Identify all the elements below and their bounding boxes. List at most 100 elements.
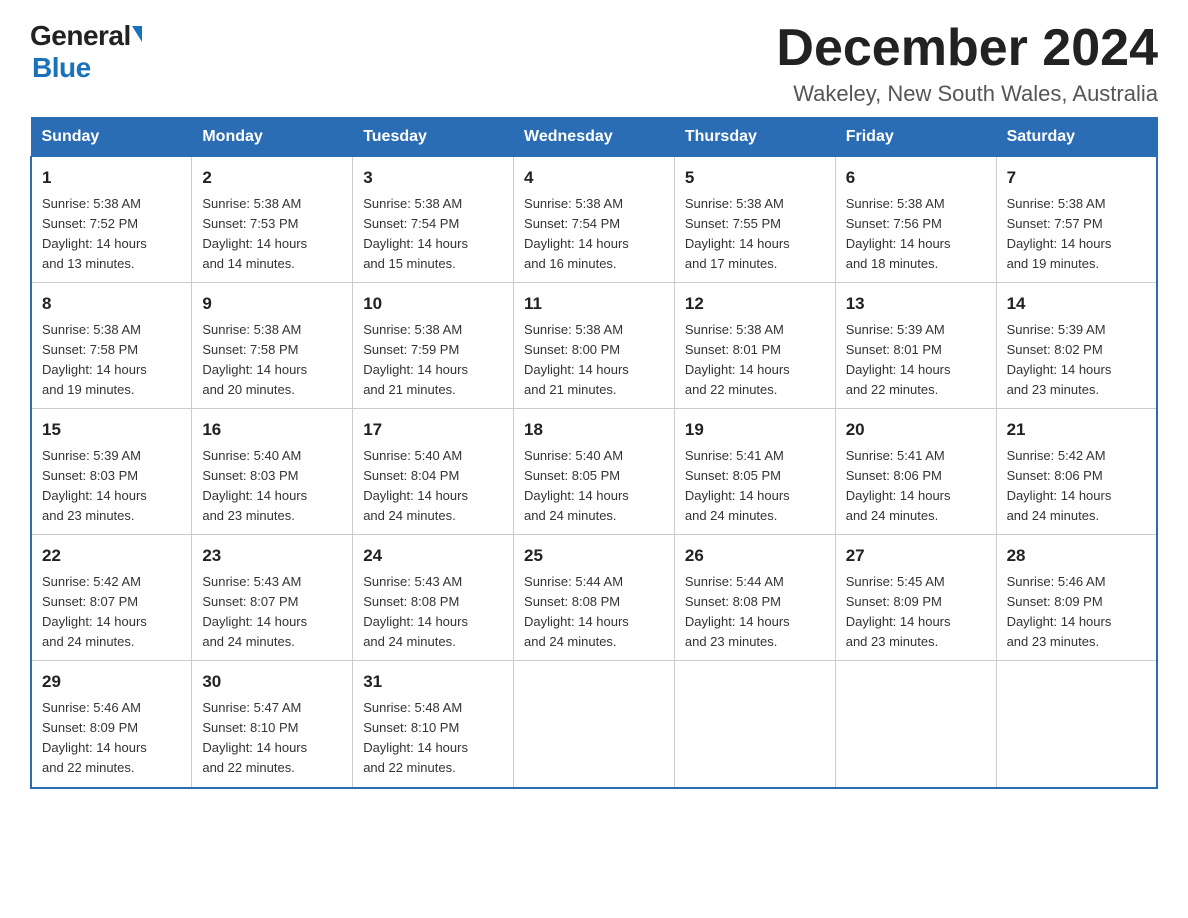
day-info: Sunrise: 5:43 AMSunset: 8:07 PMDaylight:… [202, 574, 307, 649]
page-header: General Blue December 2024 Wakeley, New … [30, 20, 1158, 107]
header-sunday: Sunday [31, 118, 192, 157]
calendar-cell: 8 Sunrise: 5:38 AMSunset: 7:58 PMDayligh… [31, 283, 192, 409]
day-info: Sunrise: 5:38 AMSunset: 7:55 PMDaylight:… [685, 196, 790, 271]
day-number: 21 [1007, 417, 1146, 443]
calendar-cell: 4 Sunrise: 5:38 AMSunset: 7:54 PMDayligh… [514, 157, 675, 283]
calendar-week-row: 22 Sunrise: 5:42 AMSunset: 8:07 PMDaylig… [31, 535, 1157, 661]
calendar-cell [996, 661, 1157, 788]
day-info: Sunrise: 5:44 AMSunset: 8:08 PMDaylight:… [685, 574, 790, 649]
calendar-cell: 2 Sunrise: 5:38 AMSunset: 7:53 PMDayligh… [192, 157, 353, 283]
calendar-cell: 24 Sunrise: 5:43 AMSunset: 8:08 PMDaylig… [353, 535, 514, 661]
day-number: 14 [1007, 291, 1146, 317]
day-number: 20 [846, 417, 986, 443]
calendar-cell: 1 Sunrise: 5:38 AMSunset: 7:52 PMDayligh… [31, 157, 192, 283]
calendar-cell: 13 Sunrise: 5:39 AMSunset: 8:01 PMDaylig… [835, 283, 996, 409]
day-number: 30 [202, 669, 342, 695]
calendar-cell: 16 Sunrise: 5:40 AMSunset: 8:03 PMDaylig… [192, 409, 353, 535]
calendar-week-row: 8 Sunrise: 5:38 AMSunset: 7:58 PMDayligh… [31, 283, 1157, 409]
header-tuesday: Tuesday [353, 118, 514, 157]
day-info: Sunrise: 5:38 AMSunset: 7:56 PMDaylight:… [846, 196, 951, 271]
calendar-cell [674, 661, 835, 788]
logo-general-text: General [30, 20, 131, 52]
day-number: 10 [363, 291, 503, 317]
day-info: Sunrise: 5:38 AMSunset: 7:54 PMDaylight:… [363, 196, 468, 271]
day-number: 29 [42, 669, 181, 695]
header-saturday: Saturday [996, 118, 1157, 157]
day-info: Sunrise: 5:42 AMSunset: 8:06 PMDaylight:… [1007, 448, 1112, 523]
calendar-cell: 27 Sunrise: 5:45 AMSunset: 8:09 PMDaylig… [835, 535, 996, 661]
calendar-cell: 3 Sunrise: 5:38 AMSunset: 7:54 PMDayligh… [353, 157, 514, 283]
calendar-cell: 18 Sunrise: 5:40 AMSunset: 8:05 PMDaylig… [514, 409, 675, 535]
day-number: 3 [363, 165, 503, 191]
day-number: 5 [685, 165, 825, 191]
calendar-cell: 12 Sunrise: 5:38 AMSunset: 8:01 PMDaylig… [674, 283, 835, 409]
header-monday: Monday [192, 118, 353, 157]
day-info: Sunrise: 5:46 AMSunset: 8:09 PMDaylight:… [42, 700, 147, 775]
day-info: Sunrise: 5:38 AMSunset: 8:01 PMDaylight:… [685, 322, 790, 397]
day-info: Sunrise: 5:38 AMSunset: 7:53 PMDaylight:… [202, 196, 307, 271]
day-number: 6 [846, 165, 986, 191]
title-block: December 2024 Wakeley, New South Wales, … [776, 20, 1158, 107]
calendar-cell: 21 Sunrise: 5:42 AMSunset: 8:06 PMDaylig… [996, 409, 1157, 535]
logo-blue-text: Blue [32, 52, 91, 84]
day-info: Sunrise: 5:40 AMSunset: 8:05 PMDaylight:… [524, 448, 629, 523]
header-friday: Friday [835, 118, 996, 157]
calendar-cell: 6 Sunrise: 5:38 AMSunset: 7:56 PMDayligh… [835, 157, 996, 283]
day-number: 8 [42, 291, 181, 317]
calendar-cell: 19 Sunrise: 5:41 AMSunset: 8:05 PMDaylig… [674, 409, 835, 535]
day-info: Sunrise: 5:41 AMSunset: 8:05 PMDaylight:… [685, 448, 790, 523]
calendar-cell [835, 661, 996, 788]
header-wednesday: Wednesday [514, 118, 675, 157]
day-info: Sunrise: 5:38 AMSunset: 7:58 PMDaylight:… [202, 322, 307, 397]
day-info: Sunrise: 5:38 AMSunset: 8:00 PMDaylight:… [524, 322, 629, 397]
calendar-cell [514, 661, 675, 788]
day-number: 2 [202, 165, 342, 191]
calendar-cell: 26 Sunrise: 5:44 AMSunset: 8:08 PMDaylig… [674, 535, 835, 661]
logo: General Blue [30, 20, 142, 84]
logo-arrow-icon [132, 26, 142, 42]
calendar-cell: 15 Sunrise: 5:39 AMSunset: 8:03 PMDaylig… [31, 409, 192, 535]
day-info: Sunrise: 5:41 AMSunset: 8:06 PMDaylight:… [846, 448, 951, 523]
calendar-week-row: 29 Sunrise: 5:46 AMSunset: 8:09 PMDaylig… [31, 661, 1157, 788]
day-number: 1 [42, 165, 181, 191]
day-info: Sunrise: 5:39 AMSunset: 8:01 PMDaylight:… [846, 322, 951, 397]
day-info: Sunrise: 5:46 AMSunset: 8:09 PMDaylight:… [1007, 574, 1112, 649]
day-number: 27 [846, 543, 986, 569]
calendar-cell: 10 Sunrise: 5:38 AMSunset: 7:59 PMDaylig… [353, 283, 514, 409]
day-info: Sunrise: 5:39 AMSunset: 8:03 PMDaylight:… [42, 448, 147, 523]
header-thursday: Thursday [674, 118, 835, 157]
calendar-cell: 5 Sunrise: 5:38 AMSunset: 7:55 PMDayligh… [674, 157, 835, 283]
calendar-cell: 25 Sunrise: 5:44 AMSunset: 8:08 PMDaylig… [514, 535, 675, 661]
day-info: Sunrise: 5:38 AMSunset: 7:54 PMDaylight:… [524, 196, 629, 271]
calendar-cell: 23 Sunrise: 5:43 AMSunset: 8:07 PMDaylig… [192, 535, 353, 661]
day-number: 22 [42, 543, 181, 569]
calendar-cell: 28 Sunrise: 5:46 AMSunset: 8:09 PMDaylig… [996, 535, 1157, 661]
day-number: 16 [202, 417, 342, 443]
day-number: 13 [846, 291, 986, 317]
day-number: 23 [202, 543, 342, 569]
day-number: 31 [363, 669, 503, 695]
location-title: Wakeley, New South Wales, Australia [776, 81, 1158, 107]
day-info: Sunrise: 5:38 AMSunset: 7:59 PMDaylight:… [363, 322, 468, 397]
calendar-cell: 14 Sunrise: 5:39 AMSunset: 8:02 PMDaylig… [996, 283, 1157, 409]
calendar-cell: 22 Sunrise: 5:42 AMSunset: 8:07 PMDaylig… [31, 535, 192, 661]
day-number: 9 [202, 291, 342, 317]
day-info: Sunrise: 5:38 AMSunset: 7:52 PMDaylight:… [42, 196, 147, 271]
calendar-cell: 20 Sunrise: 5:41 AMSunset: 8:06 PMDaylig… [835, 409, 996, 535]
day-number: 26 [685, 543, 825, 569]
calendar-header-row: SundayMondayTuesdayWednesdayThursdayFrid… [31, 118, 1157, 157]
day-info: Sunrise: 5:39 AMSunset: 8:02 PMDaylight:… [1007, 322, 1112, 397]
day-info: Sunrise: 5:42 AMSunset: 8:07 PMDaylight:… [42, 574, 147, 649]
day-number: 11 [524, 291, 664, 317]
day-info: Sunrise: 5:40 AMSunset: 8:04 PMDaylight:… [363, 448, 468, 523]
calendar-cell: 29 Sunrise: 5:46 AMSunset: 8:09 PMDaylig… [31, 661, 192, 788]
day-info: Sunrise: 5:45 AMSunset: 8:09 PMDaylight:… [846, 574, 951, 649]
day-number: 17 [363, 417, 503, 443]
day-info: Sunrise: 5:44 AMSunset: 8:08 PMDaylight:… [524, 574, 629, 649]
calendar-week-row: 1 Sunrise: 5:38 AMSunset: 7:52 PMDayligh… [31, 157, 1157, 283]
day-number: 28 [1007, 543, 1146, 569]
day-info: Sunrise: 5:38 AMSunset: 7:58 PMDaylight:… [42, 322, 147, 397]
day-info: Sunrise: 5:43 AMSunset: 8:08 PMDaylight:… [363, 574, 468, 649]
day-number: 18 [524, 417, 664, 443]
day-number: 4 [524, 165, 664, 191]
